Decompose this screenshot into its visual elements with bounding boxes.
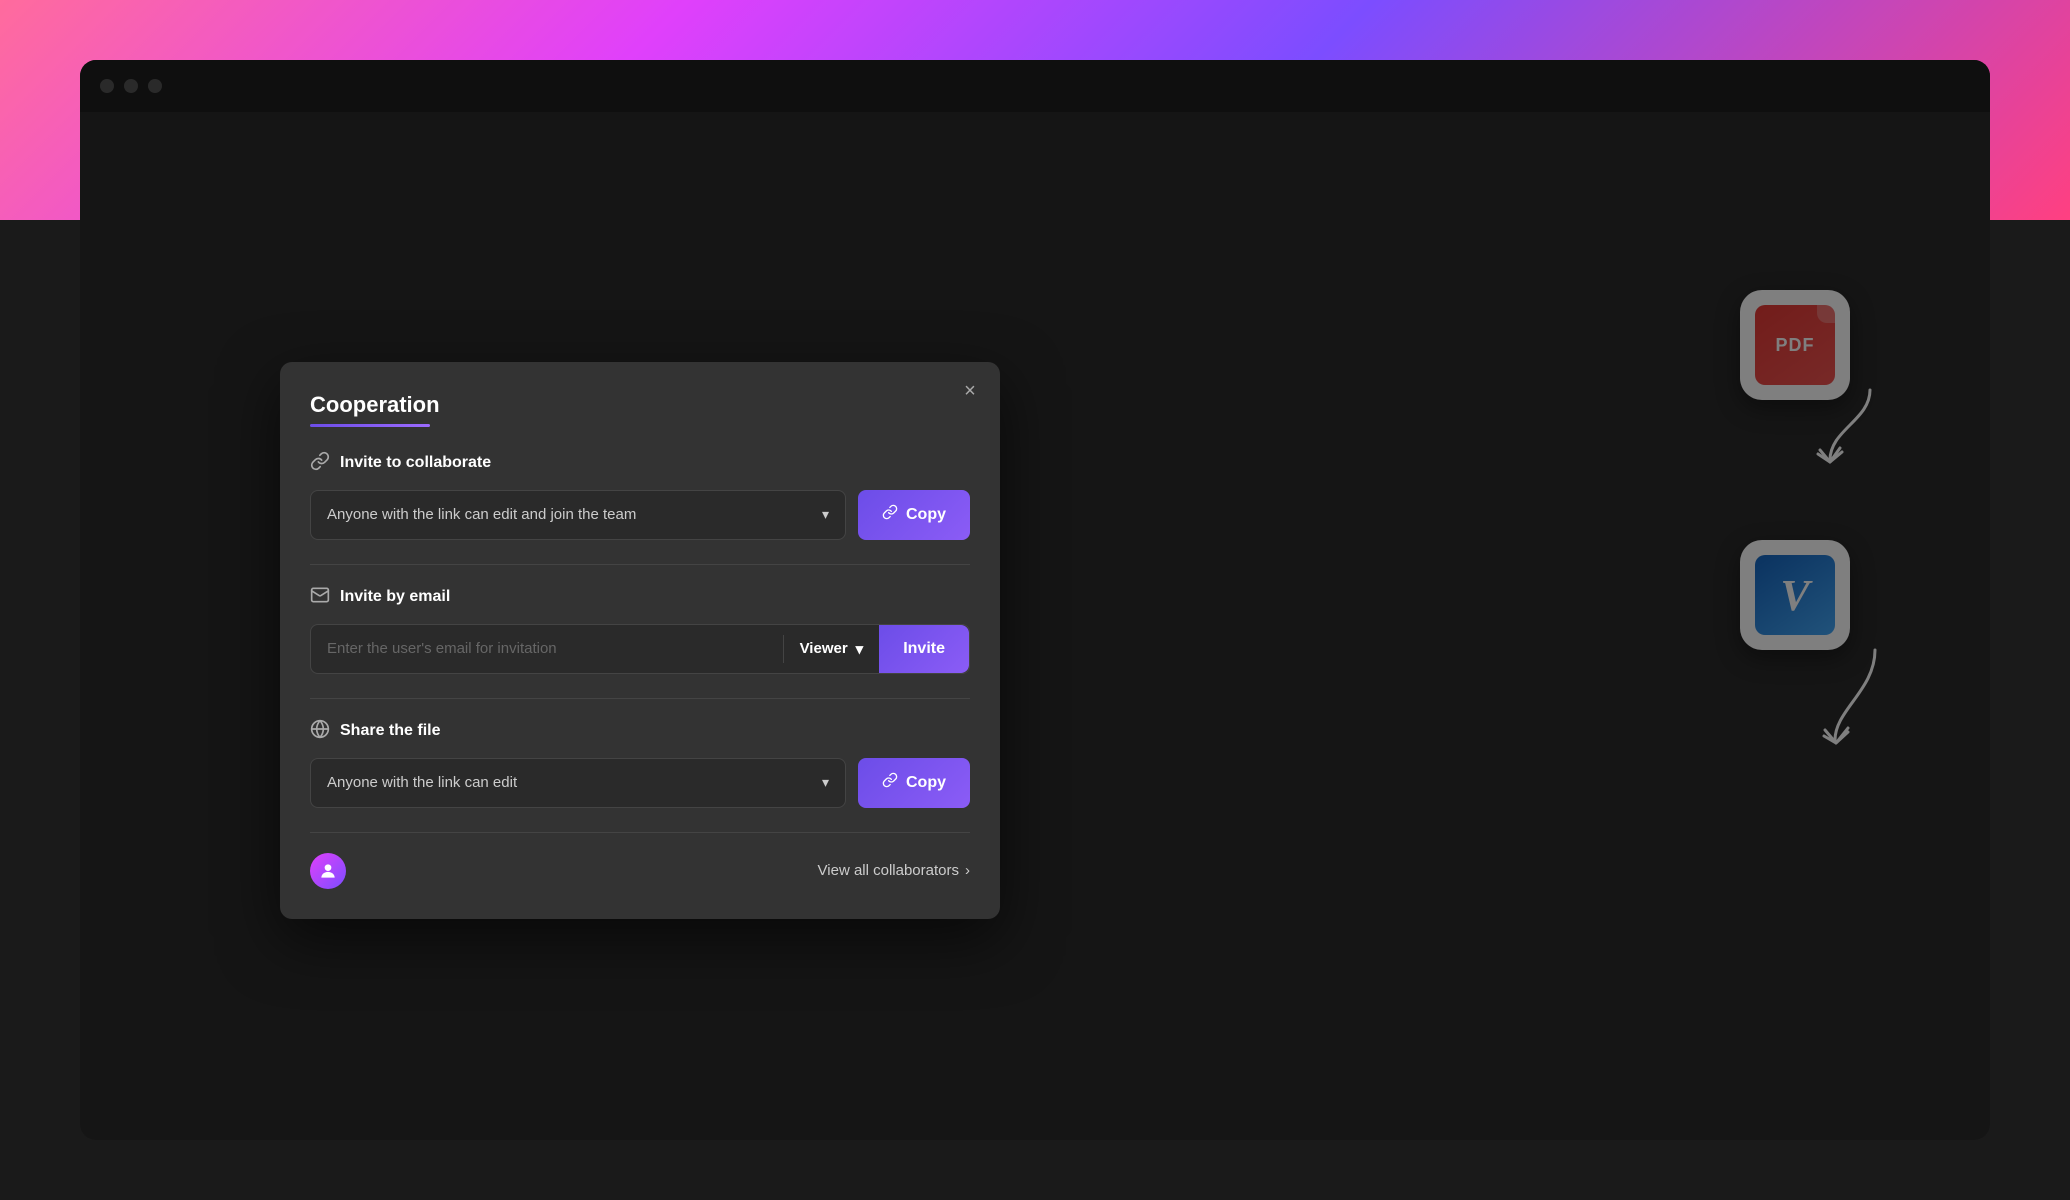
invite-collaborate-title: Invite to collaborate [340,454,491,472]
invite-button[interactable]: Invite [879,625,969,673]
divider-2 [310,698,970,699]
email-input[interactable] [311,625,783,673]
link-rotate-icon [310,451,330,476]
dialog-title-underline [310,424,430,427]
role-dropdown[interactable]: Viewer ▾ [784,625,880,673]
invite-collaborate-section-header: Invite to collaborate [310,451,970,476]
dialog-overlay: × Cooperation Invite to collaborate Anyo… [80,60,1990,1140]
share-file-section-header: Share the file [310,719,970,744]
globe-icon [310,719,330,744]
invite-collaborate-dropdown[interactable]: Anyone with the link can edit and join t… [310,490,846,540]
dialog-footer: View all collaborators › [310,832,970,889]
app-window: × Cooperation Invite to collaborate Anyo… [80,60,1990,1140]
chevron-down-icon: ▾ [822,774,829,791]
share-file-title: Share the file [340,722,440,740]
cooperation-dialog: × Cooperation Invite to collaborate Anyo… [280,362,1000,919]
chevron-down-icon: ▾ [856,640,864,658]
collaborator-avatar [310,853,346,889]
dialog-title: Cooperation [310,392,970,418]
chevron-down-icon: ▾ [822,506,829,523]
divider-1 [310,564,970,565]
invite-collaborate-copy-button[interactable]: Copy [858,490,970,540]
mail-icon [310,585,330,610]
share-file-copy-button[interactable]: Copy [858,758,970,808]
invite-email-section-header: Invite by email [310,585,970,610]
close-button[interactable]: × [956,378,984,406]
copy-link-icon-2 [882,772,898,793]
invite-email-row: Viewer ▾ Invite [310,624,970,674]
copy-link-icon [882,504,898,525]
view-all-collaborators-link[interactable]: View all collaborators › [818,862,970,879]
share-file-dropdown[interactable]: Anyone with the link can edit ▾ [310,758,846,808]
invite-email-title: Invite by email [340,588,450,606]
share-file-row: Anyone with the link can edit ▾ Copy [310,758,970,808]
chevron-right-icon: › [965,862,970,879]
invite-collaborate-row: Anyone with the link can edit and join t… [310,490,970,540]
